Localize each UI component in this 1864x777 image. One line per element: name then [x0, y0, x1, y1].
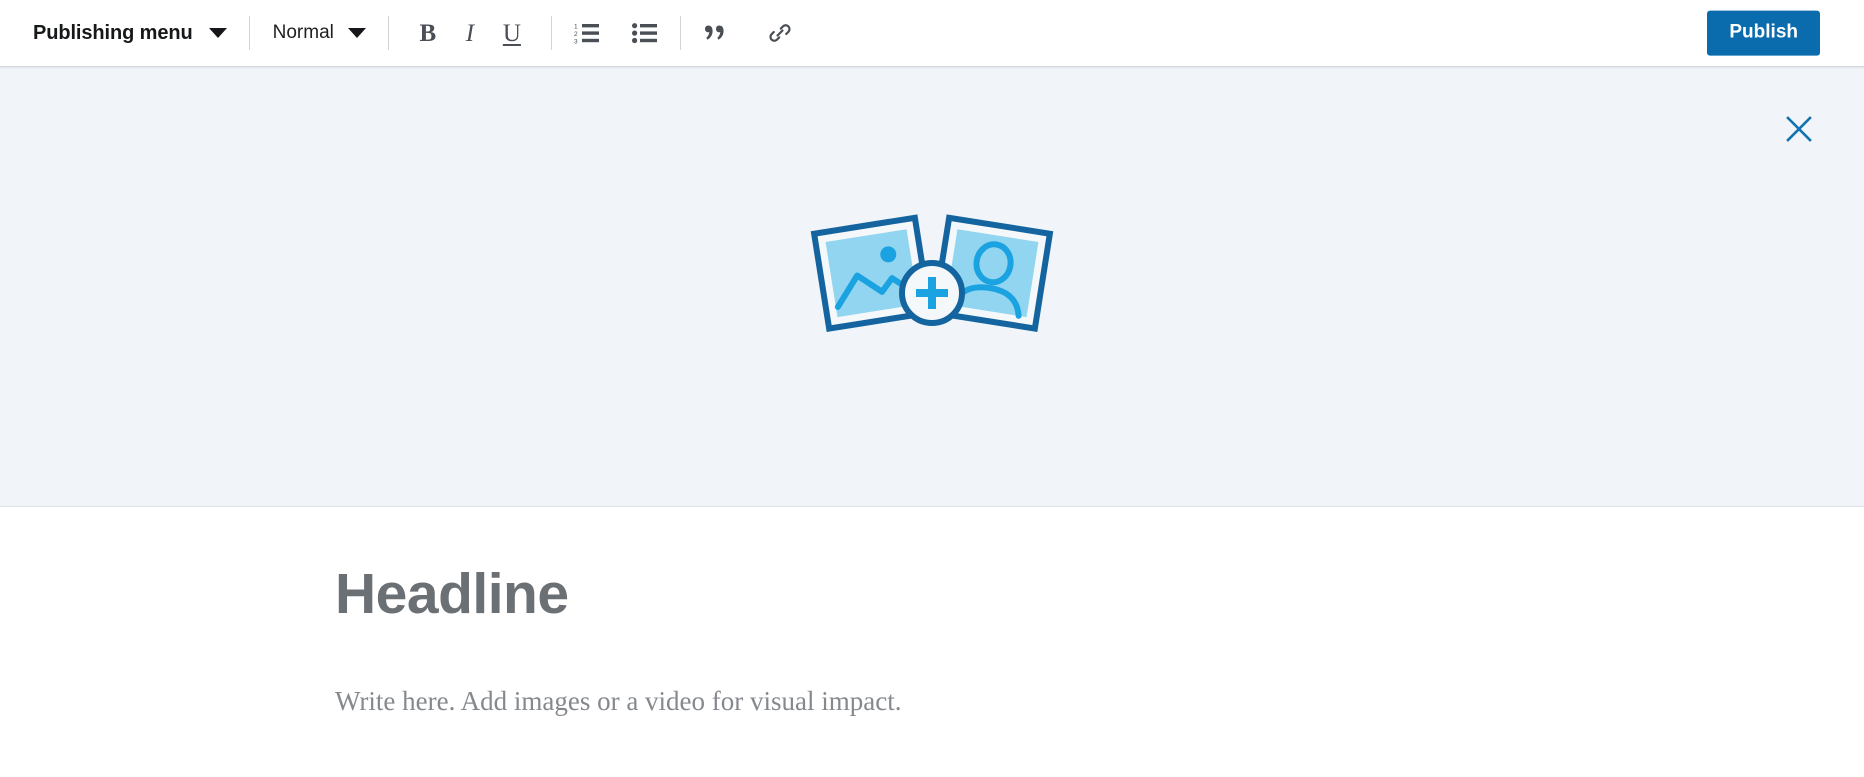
close-icon: [1786, 116, 1812, 142]
publish-button[interactable]: Publish: [1707, 10, 1820, 56]
bold-button[interactable]: B: [407, 12, 449, 54]
paragraph-style-select[interactable]: Normal: [250, 0, 388, 66]
publishing-menu-label: Publishing menu: [33, 21, 193, 44]
blockquote-button[interactable]: [697, 12, 739, 54]
ordered-list-icon: 1 2 3: [574, 24, 599, 45]
underline-button[interactable]: U: [491, 12, 533, 54]
svg-text:2: 2: [574, 31, 578, 38]
quote-icon: [704, 25, 724, 40]
body-text-input[interactable]: Write here. Add images or a video for vi…: [335, 683, 1864, 721]
article-editor: Headline Write here. Add images or a vid…: [0, 563, 1864, 721]
headline-input[interactable]: Headline: [335, 563, 1864, 626]
unordered-list-button[interactable]: [624, 12, 666, 54]
list-format-group: 1 2 3: [552, 12, 680, 54]
chevron-down-icon: [347, 28, 366, 38]
unordered-list-icon: [631, 23, 657, 44]
close-media-panel-button[interactable]: [1777, 107, 1821, 151]
add-photos-icon: [810, 213, 1054, 332]
media-placeholder-panel[interactable]: [0, 67, 1864, 507]
italic-button[interactable]: I: [449, 12, 491, 54]
publishing-menu-dropdown[interactable]: Publishing menu: [0, 0, 249, 66]
paragraph-style-label: Normal: [272, 22, 334, 43]
ordered-list-button[interactable]: 1 2 3: [566, 12, 608, 54]
chevron-down-icon: [208, 28, 227, 38]
text-format-group: B I U: [389, 12, 551, 54]
insert-group: [681, 12, 817, 54]
link-button[interactable]: [759, 12, 801, 54]
editor-toolbar: Publishing menu Normal B I U 1 2 3 Publi…: [0, 0, 1864, 67]
svg-text:3: 3: [574, 39, 578, 45]
svg-text:1: 1: [574, 24, 578, 31]
link-icon: [769, 24, 791, 42]
